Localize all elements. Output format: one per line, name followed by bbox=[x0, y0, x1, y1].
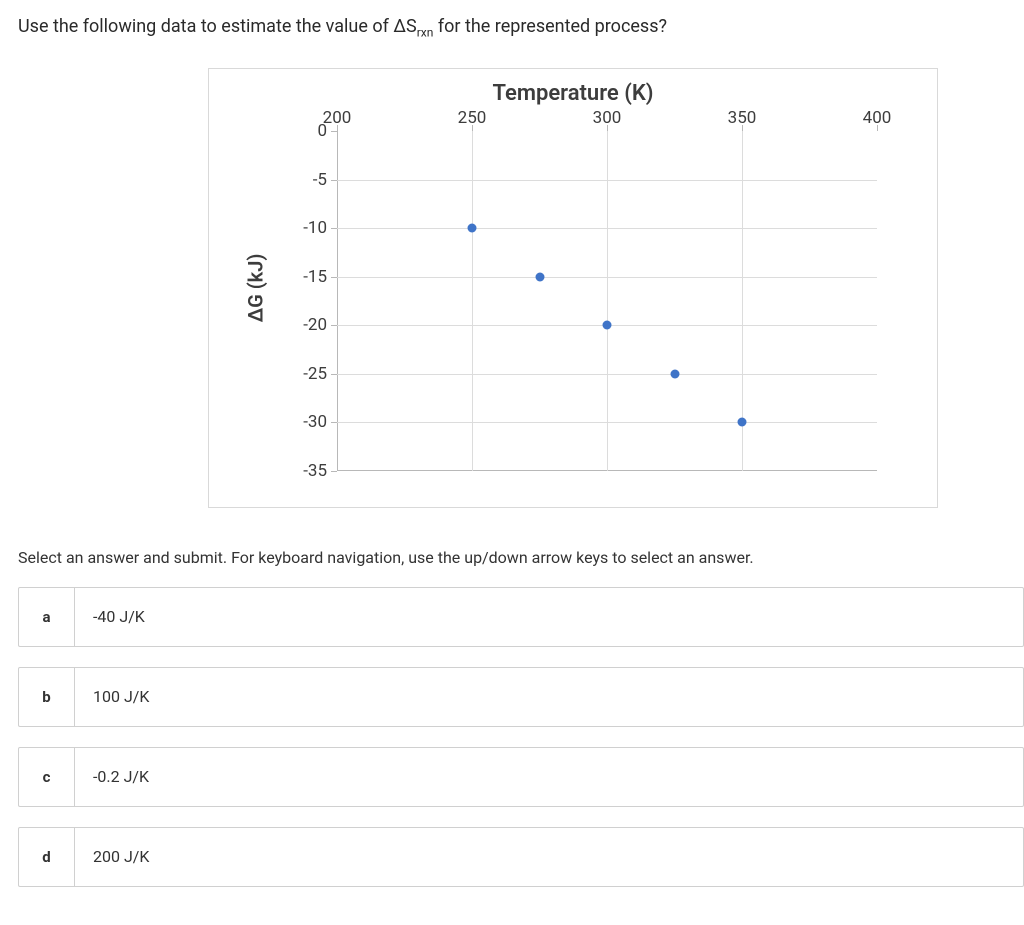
y-axis-label: ΔG (kJ) bbox=[243, 254, 267, 323]
answer-option-b[interactable]: b100 J/K bbox=[18, 667, 1024, 727]
x-tick-label: 350 bbox=[728, 108, 757, 128]
instruction-text: Select an answer and submit. For keyboar… bbox=[18, 548, 1024, 567]
answer-option-c[interactable]: c-0.2 J/K bbox=[18, 747, 1024, 807]
option-label: -40 J/K bbox=[75, 607, 145, 626]
question-delta: ΔS bbox=[393, 16, 416, 37]
option-key: b bbox=[19, 668, 75, 726]
option-key: a bbox=[19, 588, 75, 646]
question-text: Use the following data to estimate the v… bbox=[18, 14, 1024, 42]
chart-plot-area: 2002503003504000-5-10-15-20-25-30-35 bbox=[337, 131, 877, 471]
y-tick-label: -25 bbox=[303, 364, 337, 384]
gridline-vertical bbox=[607, 131, 608, 471]
option-label: 100 J/K bbox=[75, 687, 149, 706]
question-suffix: for the represented process? bbox=[433, 16, 667, 37]
answer-option-d[interactable]: d200 J/K bbox=[18, 827, 1024, 887]
data-point bbox=[603, 321, 612, 330]
option-label: -0.2 J/K bbox=[75, 767, 149, 786]
data-point bbox=[738, 418, 747, 427]
data-point bbox=[670, 369, 679, 378]
data-point bbox=[535, 272, 544, 281]
chart-container: Temperature (K) ΔG (kJ) 2002503003504000… bbox=[208, 68, 938, 508]
y-tick-label: -35 bbox=[303, 461, 337, 481]
option-key: d bbox=[19, 828, 75, 886]
y-tick-label: 0 bbox=[317, 121, 337, 141]
y-tick-label: -30 bbox=[303, 412, 337, 432]
gridline-horizontal bbox=[337, 422, 877, 423]
x-tick-label: 400 bbox=[863, 108, 892, 128]
gridline-horizontal bbox=[337, 277, 877, 278]
question-prefix: Use the following data to estimate the v… bbox=[18, 16, 393, 37]
chart-title: Temperature (K) bbox=[209, 81, 937, 106]
gridline-horizontal bbox=[337, 180, 877, 181]
x-tick-label: 250 bbox=[458, 108, 487, 128]
y-tick-label: -15 bbox=[303, 267, 337, 287]
option-key: c bbox=[19, 748, 75, 806]
option-label: 200 J/K bbox=[75, 847, 149, 866]
gridline-horizontal bbox=[337, 228, 877, 229]
answer-options: a-40 J/K b100 J/K c-0.2 J/K d200 J/K bbox=[18, 587, 1024, 887]
y-tick-label: -10 bbox=[303, 218, 337, 238]
y-tick-label: -5 bbox=[313, 170, 337, 190]
gridline-horizontal bbox=[337, 374, 877, 375]
y-tick-label: -20 bbox=[303, 315, 337, 335]
x-tick-label: 300 bbox=[593, 108, 622, 128]
question-subscript: rxn bbox=[417, 26, 434, 40]
answer-option-a[interactable]: a-40 J/K bbox=[18, 587, 1024, 647]
gridline-vertical bbox=[472, 131, 473, 471]
data-point bbox=[468, 224, 477, 233]
